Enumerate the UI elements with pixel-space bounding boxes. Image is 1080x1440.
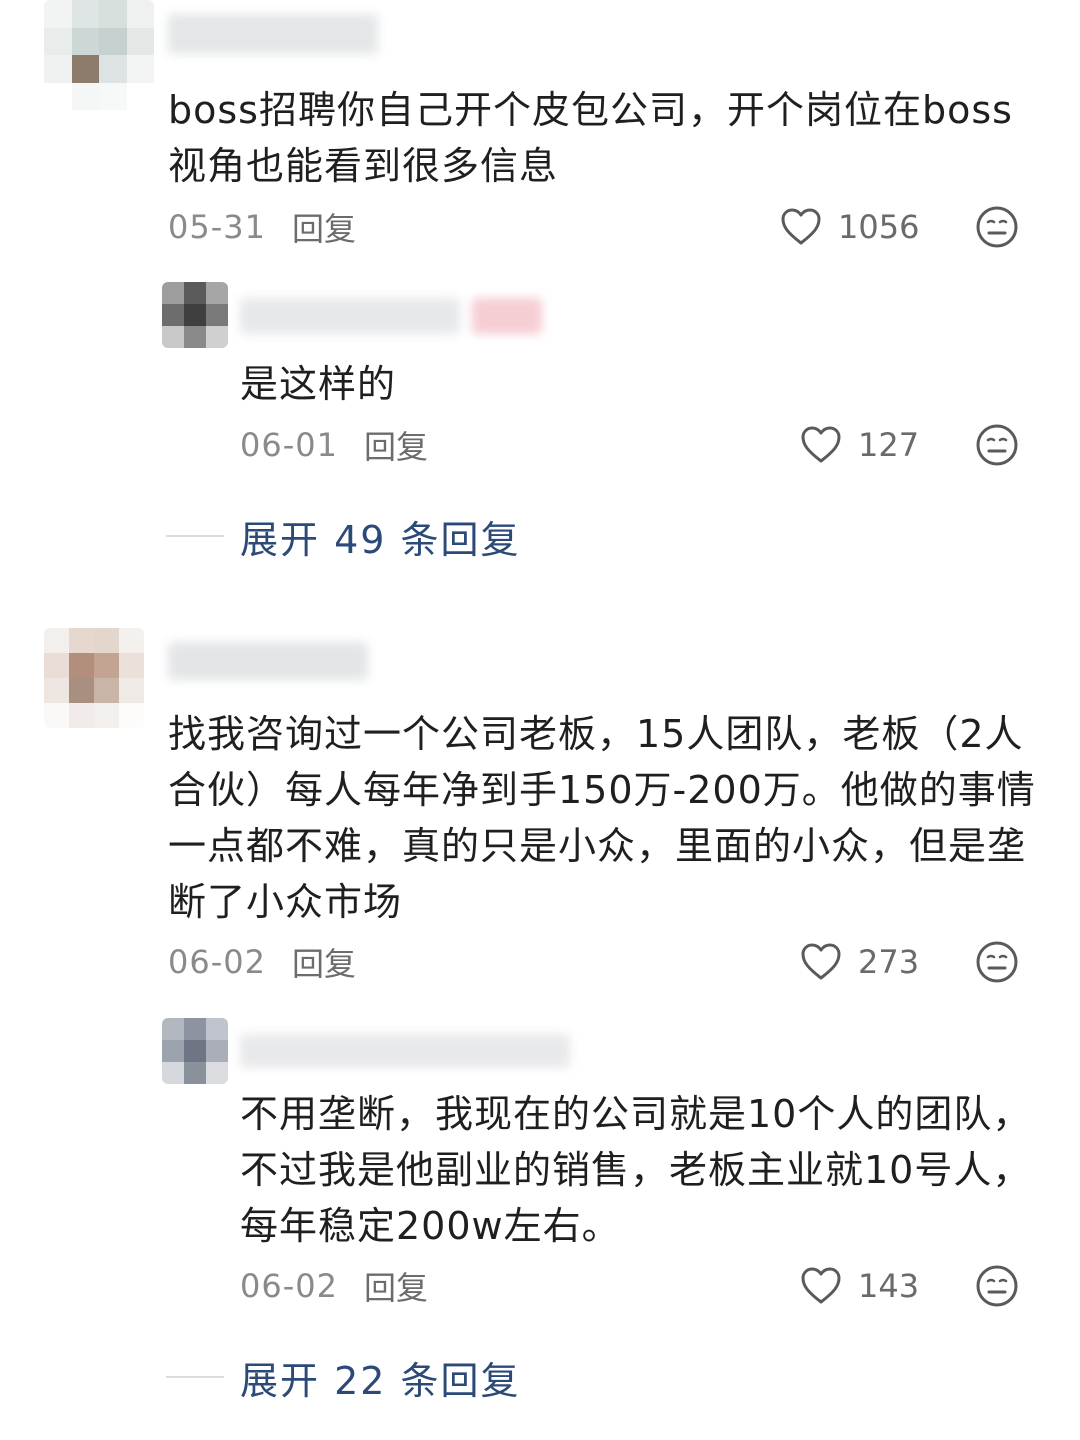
reply-meta: 06-01 回复 xyxy=(240,420,428,470)
neutral-face-icon[interactable] xyxy=(975,423,1019,467)
reply-date: 06-02 xyxy=(240,1267,338,1305)
comment-meta: 06-02 回复 xyxy=(168,937,356,987)
comment-meta: 05-31 回复 xyxy=(168,202,356,252)
reply-meta: 06-02 回复 xyxy=(240,1261,428,1311)
username-blurred[interactable] xyxy=(168,14,378,54)
like-count: 1056 xyxy=(838,208,920,246)
expand-replies[interactable]: 展开 22 条回复 xyxy=(166,1347,521,1407)
like-count: 273 xyxy=(858,943,920,981)
reply-button[interactable]: 回复 xyxy=(292,939,356,985)
reply-button[interactable]: 回复 xyxy=(364,422,428,468)
comment-text: 找我咨询过一个公司老板，15人团队，老板（2人合伙）每人每年净到手150万-20… xyxy=(168,712,1036,924)
reply-text: 不用垄断，我现在的公司就是10个人的团队，不过我是他副业的销售，老板主业就10号… xyxy=(240,1092,1032,1248)
badge-blurred xyxy=(472,298,542,334)
avatar[interactable] xyxy=(162,1018,228,1084)
heart-outline-icon xyxy=(781,208,821,245)
comment-text: boss招聘你自己开个皮包公司，开个岗位在boss视角也能看到很多信息 xyxy=(168,88,1013,188)
reply-text: 是这样的 xyxy=(240,362,397,406)
like-count: 143 xyxy=(858,1267,920,1305)
expand-replies-label[interactable]: 展开 22 条回复 xyxy=(240,1350,521,1405)
neutral-face-icon[interactable] xyxy=(975,205,1019,249)
expand-replies-label[interactable]: 展开 49 条回复 xyxy=(240,509,521,564)
neutral-face-icon[interactable] xyxy=(975,940,1019,984)
like-button[interactable]: 127 xyxy=(800,420,919,470)
like-button[interactable]: 1056 xyxy=(780,202,919,252)
username-blurred[interactable] xyxy=(240,298,460,334)
heart-outline-icon xyxy=(801,426,841,463)
avatar[interactable] xyxy=(162,282,228,348)
divider xyxy=(166,1376,224,1378)
comment-date: 06-02 xyxy=(168,943,266,981)
expand-replies[interactable]: 展开 49 条回复 xyxy=(166,506,521,566)
like-button[interactable]: 143 xyxy=(800,1261,919,1311)
heart-outline-icon xyxy=(801,943,841,980)
avatar[interactable] xyxy=(44,628,144,728)
like-count: 127 xyxy=(858,426,920,464)
heart-outline-icon xyxy=(801,1267,841,1304)
reply-button[interactable]: 回复 xyxy=(292,204,356,250)
neutral-face-icon[interactable] xyxy=(975,1264,1019,1308)
comment-date: 05-31 xyxy=(168,208,266,246)
divider xyxy=(166,535,224,537)
reply-date: 06-01 xyxy=(240,426,338,464)
reply-button[interactable]: 回复 xyxy=(364,1263,428,1309)
like-button[interactable]: 273 xyxy=(800,937,919,987)
username-blurred[interactable] xyxy=(240,1034,570,1068)
avatar[interactable] xyxy=(44,0,154,110)
username-blurred[interactable] xyxy=(168,642,368,680)
